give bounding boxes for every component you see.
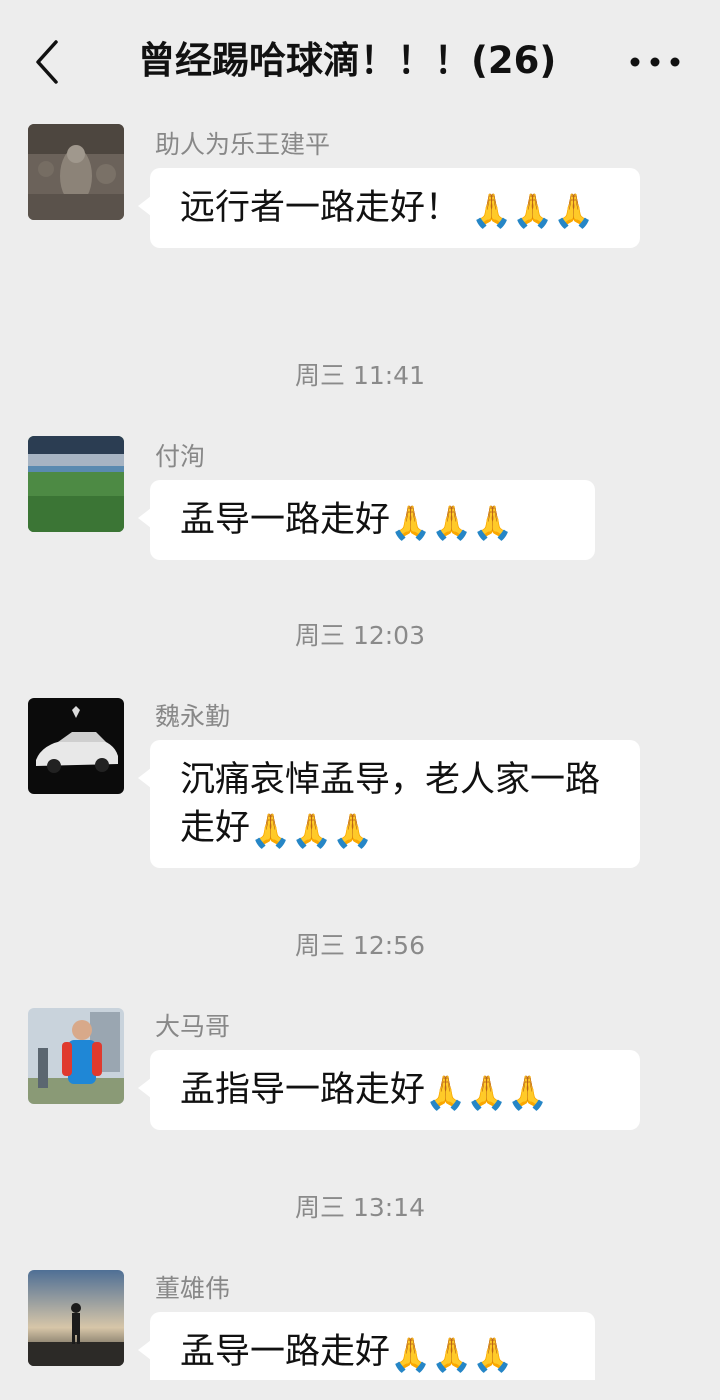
message-list[interactable]: 助人为乐王建平 远行者一路走好！ 🙏🙏🙏 周三 11:41 付洵 孟导一路走好🙏… [0, 118, 720, 1400]
pray-emoji: 🙏🙏🙏 [250, 811, 374, 850]
message-bubble[interactable]: 远行者一路走好！ 🙏🙏🙏 [138, 168, 640, 248]
chevron-left-icon [36, 40, 58, 84]
timestamp: 周三 12:03 [295, 621, 425, 650]
sender-name: 魏永勤 [155, 702, 231, 731]
message-text: 沉痛哀悼孟导，老人家一路走好 [180, 760, 601, 848]
message-bubble[interactable]: 沉痛哀悼孟导，老人家一路走好🙏🙏🙏 [138, 740, 640, 868]
chat-title: 曾经踢哈球滴！！！(26) [138, 39, 557, 82]
timestamp: 周三 11:41 [295, 361, 425, 390]
sender-name: 付洵 [155, 442, 206, 471]
message-text: 孟导一路走好 [180, 1332, 391, 1372]
sender-name: 大马哥 [155, 1012, 231, 1041]
chat-header: 曾经踢哈球滴！！！(26) [0, 0, 720, 118]
sender-name: 助人为乐王建平 [155, 130, 331, 159]
avatar[interactable] [28, 1008, 124, 1104]
more-dots-icon [630, 57, 680, 67]
pray-emoji: 🙏🙏🙏 [390, 503, 514, 542]
message-text: 远行者一路走好！ [180, 188, 472, 228]
more-button[interactable] [620, 44, 690, 80]
bottom-edge [0, 1380, 720, 1400]
timestamp: 周三 13:14 [295, 1193, 425, 1222]
avatar[interactable] [28, 1270, 124, 1366]
avatar[interactable] [28, 698, 124, 794]
message-text: 孟导一路走好 [180, 500, 391, 540]
pray-emoji: 🙏🙏🙏 [425, 1073, 549, 1112]
message-text: 孟指导一路走好 [180, 1070, 426, 1110]
back-button[interactable] [26, 34, 70, 90]
sender-name: 董雄伟 [155, 1274, 231, 1303]
pray-emoji: 🙏🙏🙏 [390, 1335, 514, 1374]
message-bubble[interactable]: 孟导一路走好🙏🙏🙏 [138, 480, 595, 560]
message-bubble[interactable]: 孟指导一路走好🙏🙏🙏 [138, 1050, 640, 1130]
pray-emoji: 🙏🙏🙏 [471, 191, 595, 230]
avatar[interactable] [28, 436, 124, 532]
timestamp: 周三 12:56 [295, 931, 425, 960]
avatar[interactable] [28, 124, 124, 220]
